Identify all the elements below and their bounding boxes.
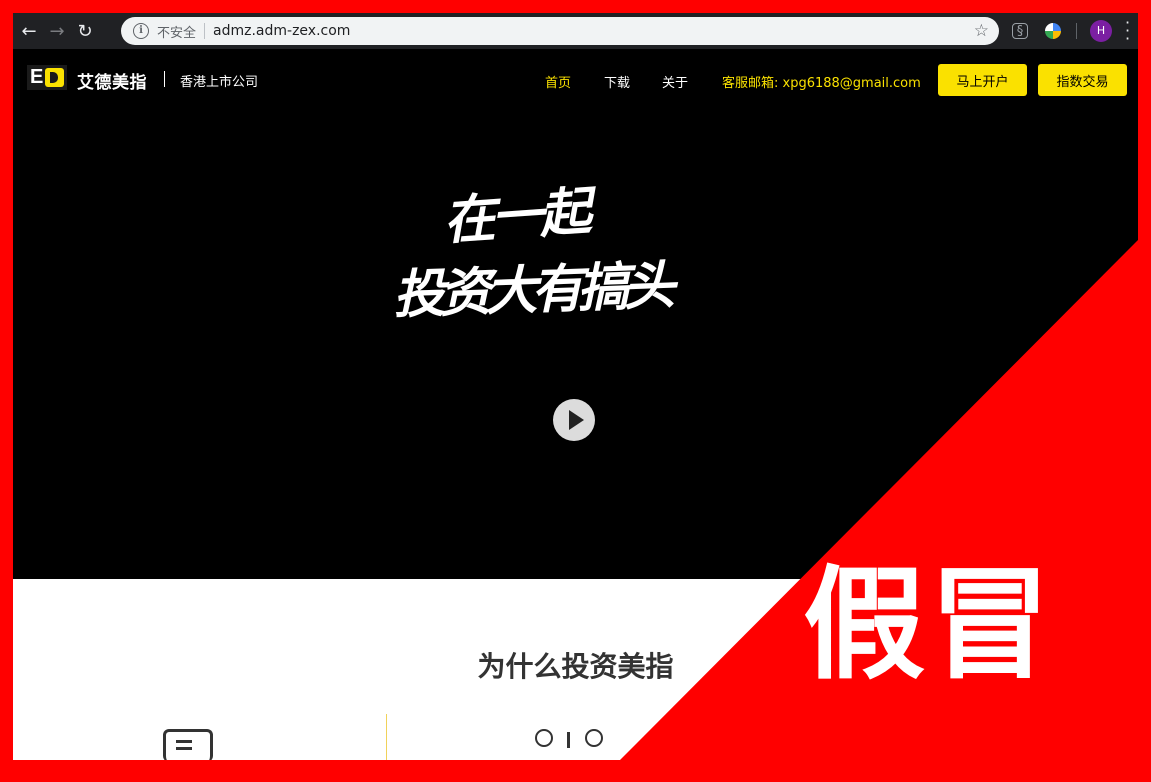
site-header: E 艾德美指 香港上市公司 首页 下载 关于 客服邮箱: xpg6188@gma… — [13, 49, 1138, 109]
forward-icon[interactable]: → — [45, 19, 69, 43]
nav-download[interactable]: 下载 — [604, 72, 630, 91]
reload-icon[interactable]: ↻ — [73, 19, 97, 43]
slogan-line-2: 投资大有搞头 — [392, 255, 671, 326]
more-menu-icon[interactable]: · · · — [1125, 15, 1133, 47]
address-bar[interactable]: i 不安全 admz.adm-zex.com ☆ — [121, 17, 999, 45]
play-video-button[interactable] — [553, 399, 595, 441]
browser-toolbar: ← → ↻ i 不安全 admz.adm-zex.com ☆ § H · · · — [13, 13, 1138, 49]
bookmark-star-icon[interactable]: ☆ — [974, 21, 989, 41]
brand-tagline: 香港上市公司 — [180, 75, 259, 90]
slogan-line-1: 在一起 — [441, 181, 590, 252]
index-trading-button[interactable]: 指数交易 — [1038, 64, 1127, 96]
fake-warning-label: 假冒 — [803, 554, 1055, 696]
address-divider — [204, 23, 206, 39]
open-account-button[interactable]: 马上开户 — [938, 64, 1027, 96]
nav-contact-email[interactable]: 客服邮箱: xpg6188@gmail.com — [722, 72, 921, 91]
profile-avatar[interactable]: H — [1090, 20, 1112, 42]
nav-home[interactable]: 首页 — [545, 72, 571, 91]
brand-divider — [164, 71, 165, 87]
shield-extension-icon[interactable]: § — [1012, 23, 1028, 39]
logo-letter: E — [30, 66, 44, 88]
brand-name[interactable]: 艾德美指 — [77, 68, 147, 93]
logo-mark-icon — [45, 68, 64, 87]
nav-about[interactable]: 关于 — [662, 72, 688, 91]
security-label: 不安全 — [157, 25, 197, 41]
logo[interactable]: E — [27, 65, 67, 90]
url-text[interactable]: admz.adm-zex.com — [213, 23, 350, 39]
feature-divider — [386, 714, 387, 760]
document-icon — [163, 729, 213, 760]
back-icon[interactable]: ← — [17, 19, 41, 43]
color-extension-icon[interactable] — [1043, 21, 1063, 41]
toolbar-divider — [1076, 23, 1077, 39]
hero-banner: 在一起 投资大有搞头 — [13, 109, 1138, 579]
info-icon[interactable]: i — [133, 23, 149, 39]
network-icon — [533, 729, 613, 759]
